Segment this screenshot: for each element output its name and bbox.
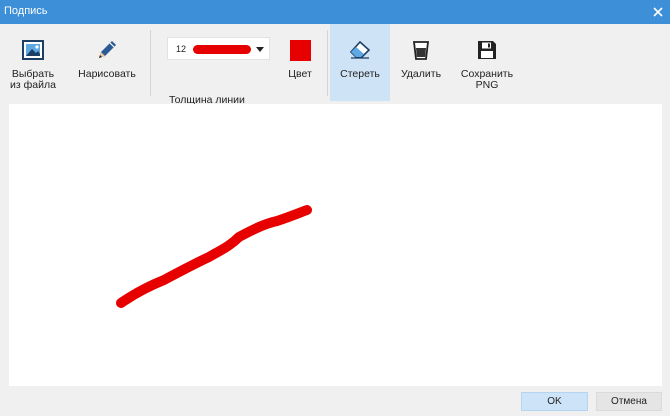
ok-button[interactable]: OK	[521, 392, 588, 411]
image-icon	[21, 38, 45, 62]
close-icon	[653, 7, 663, 17]
cancel-button[interactable]: Отмена	[596, 392, 662, 411]
close-button[interactable]	[648, 2, 668, 22]
select-from-file-button[interactable]: Выбрать из файла	[4, 24, 62, 101]
draw-label: Нарисовать	[78, 68, 136, 80]
draw-button[interactable]: Нарисовать	[74, 24, 140, 101]
save-png-label: Сохранить PNG	[460, 68, 514, 91]
toolbar: Выбрать из файла Нарисовать 12 Толщина л…	[0, 24, 670, 106]
thickness-value: 12	[176, 44, 187, 54]
trash-icon	[409, 38, 433, 62]
thickness-preview	[193, 45, 251, 54]
chevron-down-icon	[256, 47, 264, 52]
save-png-button[interactable]: Сохранить PNG	[458, 24, 516, 101]
line-thickness-select[interactable]: 12	[167, 37, 270, 60]
erase-button[interactable]: Стереть	[330, 24, 390, 101]
color-button[interactable]: Цвет	[280, 24, 320, 101]
color-label: Цвет	[288, 68, 312, 80]
signature-stroke	[116, 205, 312, 308]
select-from-file-label: Выбрать из файла	[10, 68, 56, 91]
color-swatch-icon	[288, 38, 312, 62]
window-title: Подпись	[4, 5, 48, 17]
title-bar: Подпись	[0, 0, 670, 24]
erase-label: Стереть	[340, 68, 380, 80]
signature-canvas[interactable]	[9, 104, 662, 386]
eraser-icon	[348, 38, 372, 62]
pen-icon	[95, 38, 119, 62]
save-icon	[475, 38, 499, 62]
toolbar-separator	[327, 30, 328, 96]
delete-button[interactable]: Удалить	[396, 24, 446, 101]
toolbar-separator	[150, 30, 151, 96]
delete-label: Удалить	[400, 68, 442, 80]
